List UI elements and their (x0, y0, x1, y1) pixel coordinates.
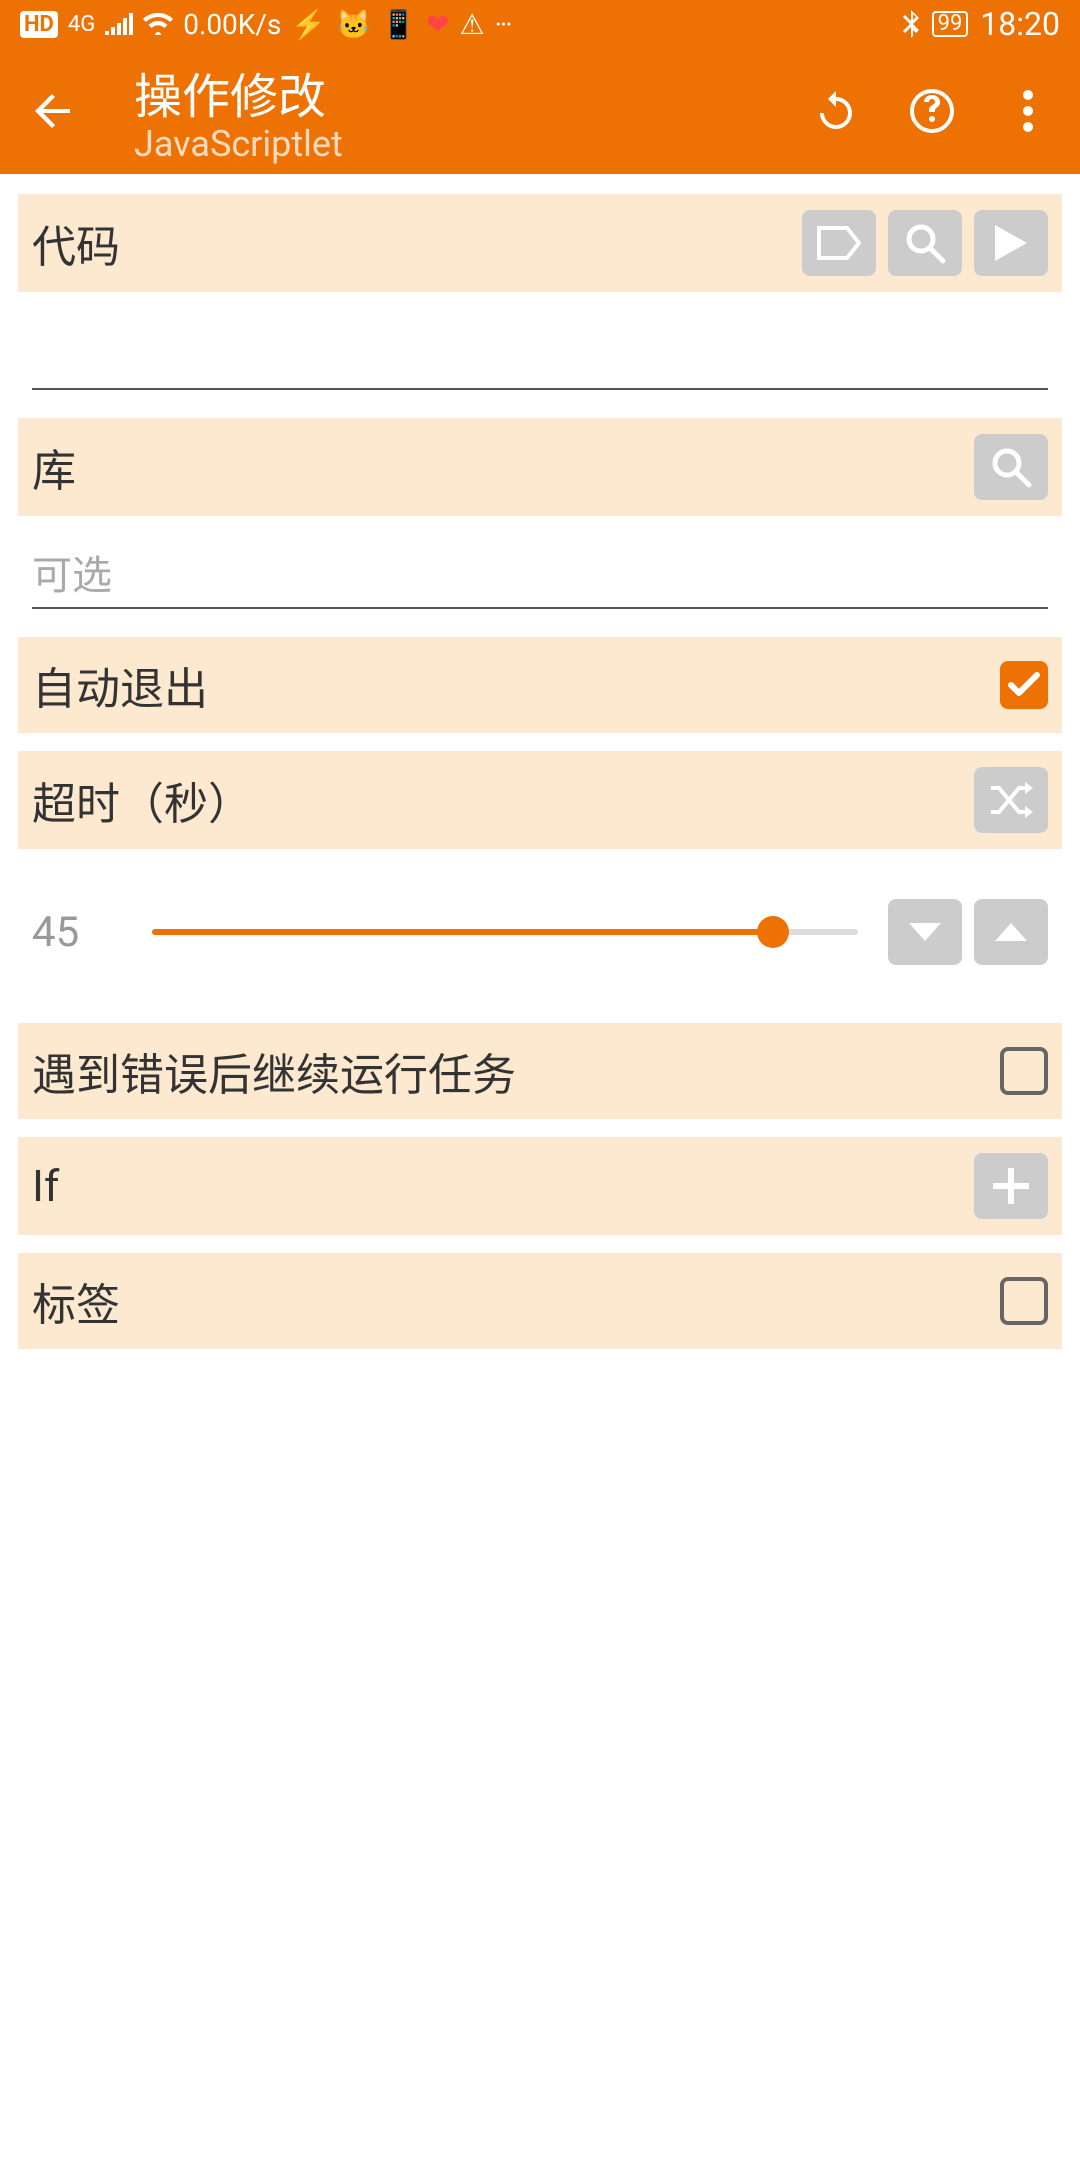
more-dots: ··· (495, 8, 511, 41)
library-section-header: 库 (18, 418, 1062, 516)
continue-on-error-checkbox[interactable] (1000, 1047, 1048, 1095)
lightning-icon: ⚡ (291, 8, 326, 41)
network-indicator: 4G (68, 12, 95, 37)
app-icon-1: 🐱 (336, 8, 371, 41)
tags-label: 标签 (32, 1269, 1000, 1333)
clock: 18:20 (980, 5, 1060, 43)
tags-checkbox[interactable] (1000, 1277, 1048, 1325)
code-input[interactable] (32, 320, 1048, 390)
undo-button[interactable] (808, 83, 864, 139)
signal-icon (105, 13, 133, 35)
auto-exit-label: 自动退出 (32, 653, 1000, 717)
if-label: If (32, 1160, 974, 1212)
help-button[interactable] (904, 83, 960, 139)
code-label: 代码 (32, 211, 802, 275)
timeout-slider[interactable] (152, 929, 858, 935)
app-bar: 操作修改 JavaScriptlet (0, 48, 1080, 174)
page-subtitle: JavaScriptlet (134, 123, 808, 165)
auto-exit-checkbox[interactable] (1000, 661, 1048, 709)
timeout-value: 45 (32, 908, 122, 957)
increment-button[interactable] (974, 899, 1048, 965)
run-button[interactable] (974, 210, 1048, 276)
slider-thumb[interactable] (757, 916, 789, 948)
library-input[interactable] (32, 544, 1048, 609)
status-bar: HD 4G 0.00K/s ⚡ 🐱 📱 ❤ ⚠ ··· 99 18:20 (0, 0, 1080, 48)
warning-icon: ⚠ (459, 8, 484, 41)
shuffle-button[interactable] (974, 767, 1048, 833)
search-code-button[interactable] (888, 210, 962, 276)
add-condition-button[interactable] (974, 1153, 1048, 1219)
continue-on-error-label: 遇到错误后继续运行任务 (32, 1039, 1000, 1103)
tag-button[interactable] (802, 210, 876, 276)
auto-exit-row[interactable]: 自动退出 (18, 637, 1062, 733)
library-label: 库 (32, 435, 974, 499)
tags-row[interactable]: 标签 (18, 1253, 1062, 1349)
timeout-label: 超时（秒） (32, 768, 974, 832)
data-speed: 0.00K/s (183, 8, 281, 41)
code-section-header: 代码 (18, 194, 1062, 292)
overflow-menu-button[interactable] (1000, 83, 1056, 139)
continue-on-error-row[interactable]: 遇到错误后继续运行任务 (18, 1023, 1062, 1119)
search-library-button[interactable] (974, 434, 1048, 500)
battery-indicator: 99 (932, 11, 969, 37)
wifi-icon (143, 13, 173, 35)
back-button[interactable] (24, 81, 84, 141)
app-icon-2: 📱 (381, 8, 416, 41)
if-row[interactable]: If (18, 1137, 1062, 1235)
timeout-section-header: 超时（秒） (18, 751, 1062, 849)
decrement-button[interactable] (888, 899, 962, 965)
bluetooth-icon (902, 10, 920, 38)
app-icon-3: ❤ (426, 8, 449, 41)
page-title: 操作修改 (134, 57, 808, 127)
hd-badge: HD (20, 11, 58, 38)
